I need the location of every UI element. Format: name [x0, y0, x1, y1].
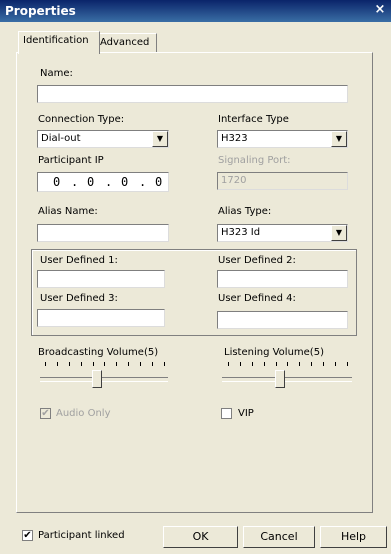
user-defined-3-field[interactable]	[37, 309, 165, 327]
broadcasting-volume-label: Broadcasting Volume(5)	[38, 347, 159, 358]
user-defined-2-label: User Defined 2:	[218, 255, 296, 266]
participant-linked-checkbox[interactable]: ✔	[22, 530, 33, 541]
connection-type-value: Dial-out	[41, 133, 81, 144]
interface-type-select[interactable]: H323 ▼	[217, 130, 348, 148]
window-title: Properties	[5, 4, 76, 18]
name-field[interactable]	[37, 85, 348, 103]
audio-only-label: Audio Only	[56, 408, 111, 419]
alias-type-select[interactable]: H323 Id ▼	[217, 224, 348, 242]
user-defined-3-label: User Defined 3:	[40, 293, 118, 304]
alias-name-field[interactable]	[37, 224, 169, 242]
tab-identification[interactable]: Identification	[18, 31, 100, 54]
interface-type-label: Interface Type	[218, 114, 289, 125]
ip-separator: .	[71, 175, 79, 189]
name-label: Name:	[40, 68, 73, 79]
vip-checkbox[interactable]	[221, 408, 232, 419]
alias-type-value: H323 Id	[221, 227, 261, 238]
alias-name-label: Alias Name:	[38, 206, 98, 217]
ip-separator: .	[139, 175, 147, 189]
ok-button[interactable]: OK	[163, 526, 238, 548]
dropdown-arrow-icon[interactable]: ▼	[331, 131, 347, 147]
user-defined-1-field[interactable]	[37, 270, 165, 288]
user-defined-1-label: User Defined 1:	[40, 255, 118, 266]
dropdown-arrow-icon[interactable]: ▼	[331, 225, 347, 241]
ip-separator: .	[105, 175, 113, 189]
ip-octet-1[interactable]: 0	[53, 175, 60, 189]
audio-only-checkbox: ✔	[40, 408, 51, 419]
title-bar: Properties ×	[0, 0, 391, 22]
participant-ip-label: Participant IP	[38, 155, 104, 166]
alias-type-label: Alias Type:	[218, 206, 272, 217]
signaling-port-field: 1720	[217, 172, 348, 190]
tab-advanced[interactable]: Advanced	[95, 33, 157, 53]
vip-label: VIP	[238, 408, 254, 419]
signaling-port-label: Signaling Port:	[218, 155, 291, 166]
participant-linked-label: Participant linked	[38, 530, 125, 541]
user-defined-2-field[interactable]	[217, 270, 348, 288]
ip-octet-4[interactable]: 0	[155, 175, 162, 189]
participant-ip-field[interactable]: 0 . 0 . 0 . 0	[37, 172, 169, 192]
listening-volume-label: Listening Volume(5)	[224, 347, 324, 358]
ip-octet-2[interactable]: 0	[87, 175, 94, 189]
user-defined-4-label: User Defined 4:	[218, 293, 296, 304]
broadcasting-volume-thumb[interactable]	[92, 370, 102, 388]
ip-octet-3[interactable]: 0	[121, 175, 128, 189]
help-button[interactable]: Help	[320, 526, 387, 548]
close-icon[interactable]: ×	[373, 3, 387, 17]
listening-volume-thumb[interactable]	[275, 370, 285, 388]
connection-type-select[interactable]: Dial-out ▼	[37, 130, 169, 148]
user-defined-4-field[interactable]	[217, 311, 348, 329]
cancel-button[interactable]: Cancel	[243, 526, 315, 548]
connection-type-label: Connection Type:	[38, 114, 125, 125]
interface-type-value: H323	[221, 133, 248, 144]
dropdown-arrow-icon[interactable]: ▼	[152, 131, 168, 147]
